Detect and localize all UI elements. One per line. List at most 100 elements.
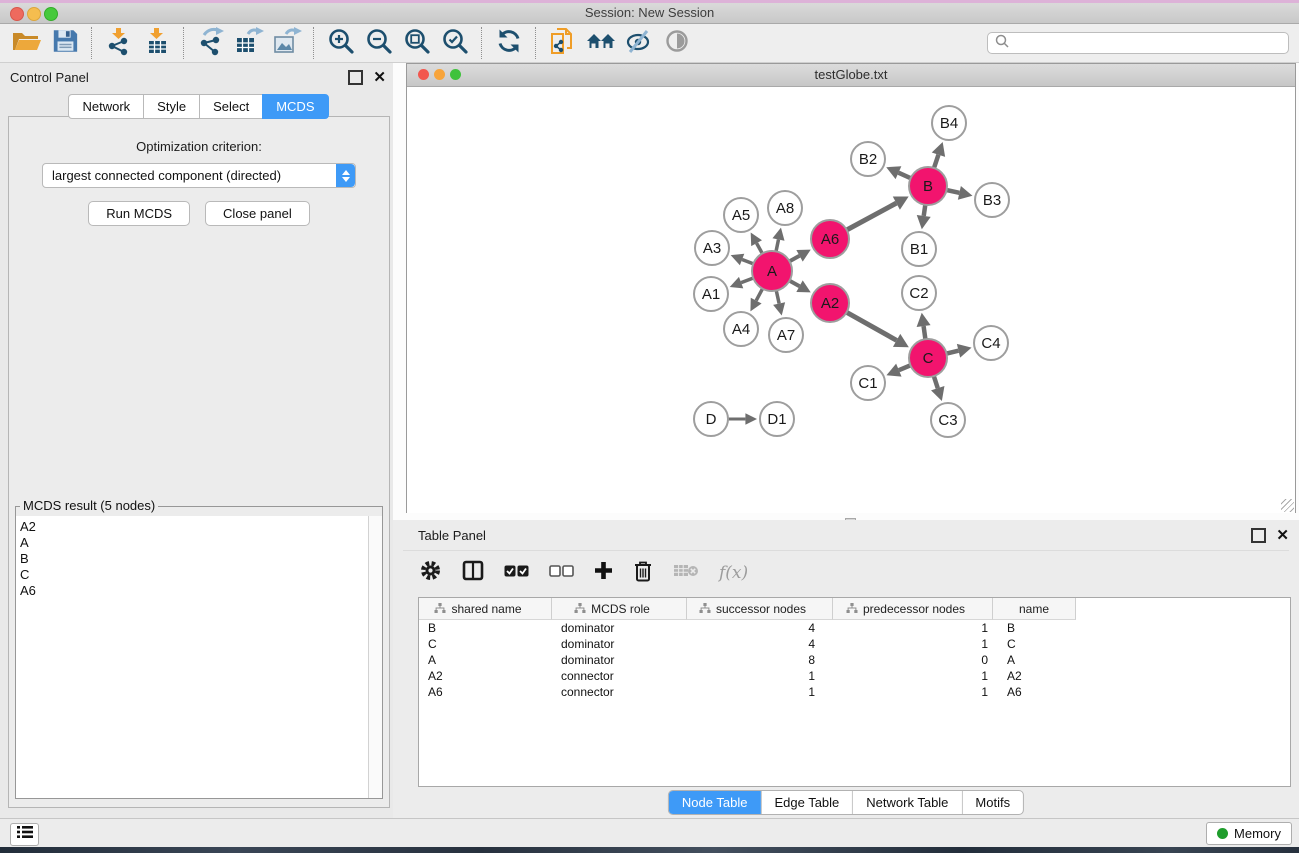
close-panel-button[interactable]: Close panel	[205, 201, 310, 226]
task-history-button[interactable]	[10, 823, 39, 846]
graph-node-B3[interactable]: B3	[974, 182, 1010, 218]
tab-style[interactable]: Style	[143, 94, 200, 119]
cell-name: A	[993, 653, 1076, 667]
table-row[interactable]: A6connector11A6	[419, 684, 1290, 700]
delete-table-button[interactable]	[673, 560, 699, 586]
node-table[interactable]: shared name MCDS role successor nodesprede…	[418, 597, 1291, 787]
cell-MCDS-role: dominator	[552, 637, 687, 651]
tab-select[interactable]: Select	[199, 94, 263, 119]
zoom-in-button[interactable]	[322, 27, 360, 59]
graph-node-B1[interactable]: B1	[901, 231, 937, 267]
optimization-criterion-label: Optimization criterion:	[9, 139, 389, 154]
graph-node-A[interactable]: A	[751, 250, 793, 292]
tab-network-table[interactable]: Network Table	[852, 791, 961, 814]
close-window-button[interactable]	[10, 7, 24, 21]
graph-node-C4[interactable]: C4	[973, 325, 1009, 361]
column-header-predecessor-nodes[interactable]: predecessor nodes	[833, 598, 993, 620]
zoom-selected-button[interactable]	[436, 27, 474, 59]
float-panel-icon[interactable]	[348, 70, 363, 85]
hide-graphics-details-button[interactable]	[620, 27, 658, 59]
graph-node-A8[interactable]: A8	[767, 190, 803, 226]
apply-layout-button[interactable]	[490, 27, 528, 59]
run-mcds-button[interactable]: Run MCDS	[88, 201, 190, 226]
open-session-button[interactable]	[8, 27, 46, 59]
graph-node-A1[interactable]: A1	[693, 276, 729, 312]
network-window[interactable]: testGlobe.txt B4 B2 B B3 A8A5 A6 A3 B1 A A1 C2 A2 A4…	[406, 63, 1296, 513]
table-settings-button[interactable]	[419, 560, 442, 586]
graph-node-A2[interactable]: A2	[810, 283, 850, 323]
tab-edge-table[interactable]: Edge Table	[760, 791, 852, 814]
criterion-dropdown[interactable]: largest connected component (directed)	[42, 163, 356, 188]
minimize-window-button[interactable]	[27, 7, 41, 21]
export-table-button[interactable]	[230, 27, 268, 59]
result-item[interactable]: A	[20, 535, 368, 551]
duplicate-network-button[interactable]	[544, 27, 582, 59]
column-header-MCDS-role[interactable]: MCDS role	[552, 598, 687, 620]
function-builder-button[interactable]: f(x)	[719, 560, 748, 586]
show-columns-button[interactable]	[462, 560, 484, 586]
import-table-button[interactable]	[138, 27, 176, 59]
graph-node-A7[interactable]: A7	[768, 317, 804, 353]
add-column-button[interactable]	[594, 560, 613, 586]
result-scrollbar[interactable]	[369, 516, 382, 798]
graph-node-A3[interactable]: A3	[694, 230, 730, 266]
cell-shared-name: A2	[419, 669, 552, 683]
graph-node-A6[interactable]: A6	[810, 219, 850, 259]
graph-node-D1[interactable]: D1	[759, 401, 795, 437]
tab-mcds[interactable]: MCDS	[262, 94, 328, 119]
graph-node-A5[interactable]: A5	[723, 197, 759, 233]
result-item[interactable]: B	[20, 551, 368, 567]
graph-node-B4[interactable]: B4	[931, 105, 967, 141]
export-network-button[interactable]	[192, 27, 230, 59]
table-row[interactable]: Bdominator41B	[419, 620, 1290, 636]
search-field[interactable]	[987, 32, 1289, 54]
zoom-window-button[interactable]	[44, 7, 58, 21]
control-panel-tabs: NetworkStyleSelectMCDS	[8, 94, 390, 119]
delete-column-button[interactable]	[633, 560, 653, 586]
save-session-button[interactable]	[46, 27, 84, 59]
mcds-result-list[interactable]: A2ABCA6	[16, 516, 369, 798]
zoom-out-button[interactable]	[360, 27, 398, 59]
tab-motifs[interactable]: Motifs	[961, 791, 1023, 814]
table-row[interactable]: Adominator80A	[419, 652, 1290, 668]
toggle-details-button[interactable]	[658, 27, 696, 59]
memory-button[interactable]: Memory	[1206, 822, 1292, 845]
column-label: MCDS role	[591, 602, 650, 616]
deselect-all-button[interactable]	[549, 560, 574, 586]
column-header-shared-name[interactable]: shared name	[419, 598, 552, 620]
network-zoom-button[interactable]	[450, 69, 461, 80]
graph-node-B[interactable]: B	[908, 166, 948, 206]
network-close-button[interactable]	[418, 69, 429, 80]
eye-slash-icon	[625, 27, 653, 60]
search-input[interactable]	[1010, 35, 1264, 51]
graph-node-D[interactable]: D	[693, 401, 729, 437]
column-header-successor-nodes[interactable]: successor nodes	[687, 598, 833, 620]
criterion-value: largest connected component (directed)	[43, 168, 336, 183]
result-item[interactable]: C	[20, 567, 368, 583]
graph-node-C[interactable]: C	[908, 338, 948, 378]
graph-node-B2[interactable]: B2	[850, 141, 886, 177]
window-resize-grip[interactable]	[1281, 499, 1294, 512]
graph-node-C1[interactable]: C1	[850, 365, 886, 401]
column-header-name[interactable]: name	[993, 598, 1076, 620]
table-row[interactable]: A2connector11A2	[419, 668, 1290, 684]
result-item[interactable]: A6	[20, 583, 368, 599]
graph-node-A4[interactable]: A4	[723, 311, 759, 347]
float-table-panel-icon[interactable]	[1251, 528, 1266, 543]
network-minimize-button[interactable]	[434, 69, 445, 80]
select-all-button[interactable]	[504, 560, 529, 586]
graph-node-C2[interactable]: C2	[901, 275, 937, 311]
zoom-fit-button[interactable]	[398, 27, 436, 59]
tab-network[interactable]: Network	[68, 94, 144, 119]
import-network-button[interactable]	[100, 27, 138, 59]
close-table-panel-icon[interactable]: ✕	[1276, 530, 1289, 541]
result-item[interactable]: A2	[20, 519, 368, 535]
graph-node-C3[interactable]: C3	[930, 402, 966, 438]
close-panel-icon[interactable]: ✕	[373, 72, 386, 83]
table-row[interactable]: Cdominator41C	[419, 636, 1290, 652]
tab-node-table[interactable]: Node Table	[669, 791, 761, 814]
network-canvas[interactable]: B4 B2 B B3 A8A5 A6 A3 B1 A A1 C2 A2 A4A7 C4 C C1 D D1 C3	[407, 87, 1295, 513]
export-image-button[interactable]	[268, 27, 306, 59]
network-overview-button[interactable]	[582, 27, 620, 59]
network-window-titlebar[interactable]: testGlobe.txt	[407, 64, 1295, 87]
